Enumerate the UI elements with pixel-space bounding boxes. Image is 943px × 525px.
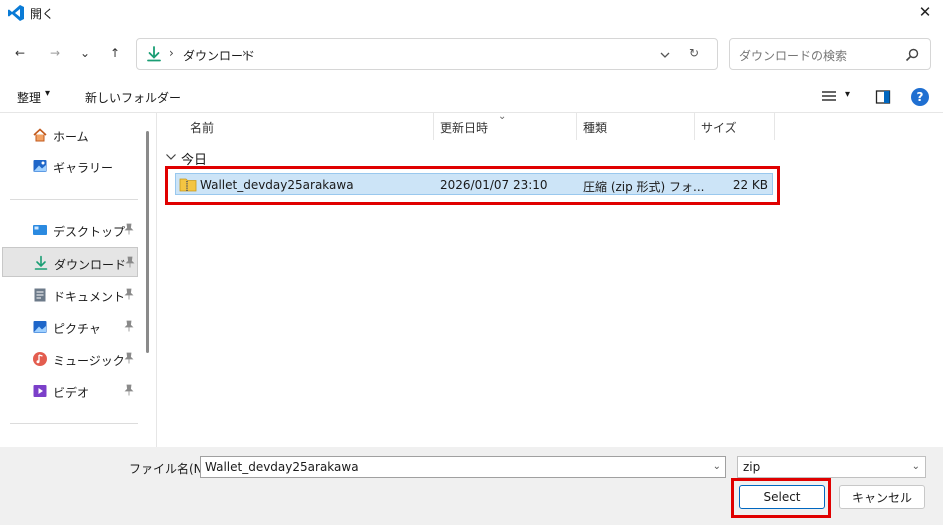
sidebar-item-desktop[interactable]: デスクトップ [0, 215, 140, 245]
sidebar-item-documents[interactable]: ドキュメント [0, 280, 140, 310]
view-list-icon[interactable] [820, 89, 838, 105]
chevron-down-icon[interactable]: ▾ [845, 89, 850, 100]
column-header-label: サイズ [701, 121, 737, 135]
navigation-pane: ホーム ギャラリー デスクトップ ダウンロード ドキュメント ピクチャ ミュージ… [0, 113, 156, 447]
sidebar-item-downloads[interactable]: ダウンロード [2, 247, 138, 277]
pin-icon [124, 384, 134, 396]
chevron-down-icon[interactable] [657, 47, 673, 63]
pin-icon [124, 352, 134, 364]
sidebar-item-videos[interactable]: ビデオ [0, 376, 140, 406]
sidebar-item-label: ミュージック [53, 354, 125, 368]
new-folder-button[interactable]: 新しいフォルダー [85, 89, 181, 106]
sidebar-item-home[interactable]: ホーム [0, 120, 140, 150]
home-icon [33, 128, 47, 142]
pin-icon [124, 288, 134, 300]
file-list: 名前 ⌄ 更新日時 種類 サイズ 今日 Wallet_devday25araka… [156, 111, 943, 447]
chevron-down-icon[interactable] [165, 152, 177, 162]
sidebar-item-label: ギャラリー [53, 161, 114, 175]
desktop-icon [33, 225, 47, 235]
music-icon [33, 352, 47, 366]
column-header-size[interactable]: サイズ [695, 113, 775, 140]
sidebar-item-gallery[interactable]: ギャラリー [0, 151, 140, 181]
chevron-down-icon[interactable]: ⌄ [912, 461, 920, 472]
preview-pane-icon[interactable] [875, 89, 891, 105]
back-button[interactable]: ← [8, 41, 32, 65]
window-title: 開く [30, 7, 55, 21]
sidebar-item-label: デスクトップ [53, 225, 126, 239]
sidebar-item-label: ピクチャ [53, 322, 101, 336]
close-button[interactable]: ✕ [914, 2, 936, 22]
up-button[interactable]: ↑ [103, 41, 127, 65]
annotation-highlight-file [165, 166, 780, 205]
navigation-bar: ← → ⌄ ↑ › ダウンロード › ↻ ダウンロードの検索 [0, 26, 943, 80]
pin-icon [125, 256, 135, 268]
filename-value: Wallet_devday25arakawa [205, 460, 359, 474]
address-bar[interactable]: › ダウンロード › ↻ [136, 38, 718, 70]
title-bar: 開く ✕ [0, 0, 943, 26]
search-icon[interactable] [904, 47, 920, 63]
column-header-label: 種類 [583, 121, 608, 135]
column-header-type[interactable]: 種類 [577, 113, 695, 140]
organize-menu-button[interactable]: 整理 [17, 89, 41, 106]
chevron-down-icon[interactable]: ⌄ [713, 461, 721, 472]
sidebar-divider [10, 423, 138, 424]
video-icon [33, 385, 47, 397]
column-header-label: 更新日時 [440, 121, 489, 135]
breadcrumb-separator: › [169, 46, 174, 60]
gallery-icon [33, 160, 47, 172]
pin-icon [124, 320, 134, 332]
pin-icon [124, 223, 134, 235]
recent-locations-button[interactable]: ⌄ [73, 41, 97, 65]
sidebar-scrollbar[interactable] [146, 131, 149, 353]
cancel-button[interactable]: キャンセル [839, 485, 925, 509]
sidebar-item-pictures[interactable]: ピクチャ [0, 312, 140, 342]
chevron-down-icon[interactable]: ▾ [45, 88, 50, 99]
column-header-name[interactable]: 名前 [184, 113, 434, 140]
download-icon [34, 255, 48, 270]
forward-button[interactable]: → [43, 41, 67, 65]
sidebar-item-music[interactable]: ミュージック [0, 344, 140, 374]
column-header-label: 名前 [190, 121, 215, 135]
annotation-highlight-select [731, 478, 831, 518]
filename-input[interactable]: Wallet_devday25arakawa ⌄ [200, 456, 726, 478]
filetype-value: zip [743, 460, 761, 474]
column-header-modified[interactable]: 更新日時 [434, 113, 577, 140]
sidebar-item-label: ホーム [53, 130, 89, 144]
sidebar-item-label: ドキュメント [53, 290, 126, 304]
document-icon [34, 288, 46, 302]
search-input[interactable]: ダウンロードの検索 [729, 38, 931, 70]
filetype-select[interactable]: zip ⌄ [737, 456, 926, 478]
sidebar-divider [10, 199, 138, 200]
sidebar-item-label: ビデオ [53, 386, 90, 400]
refresh-button[interactable]: ↻ [689, 46, 707, 64]
download-icon [147, 46, 161, 62]
vscode-app-icon [8, 5, 24, 21]
sidebar-item-label: ダウンロード [54, 258, 127, 272]
help-icon[interactable]: ? [911, 88, 929, 106]
command-bar: 整理 ▾ 新しいフォルダー ▾ ? [0, 80, 943, 113]
breadcrumb-separator[interactable]: › [242, 46, 247, 60]
search-placeholder: ダウンロードの検索 [739, 49, 848, 63]
pictures-icon [33, 321, 47, 333]
